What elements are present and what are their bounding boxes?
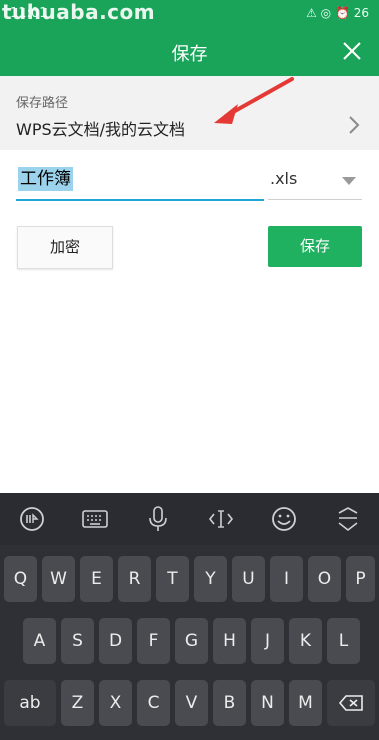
key-e[interactable]: E xyxy=(80,556,113,602)
keyboard-layout-icon[interactable] xyxy=(80,505,110,533)
keyboard-keys: Q W E R T Y U I O P A S D F G H J K L ab… xyxy=(0,545,379,740)
key-g[interactable]: G xyxy=(175,618,208,664)
dialog-title: 保存 xyxy=(171,44,208,65)
key-m[interactable]: M xyxy=(289,680,322,726)
soft-keyboard: Q W E R T Y U I O P A S D F G H J K L ab… xyxy=(0,493,379,740)
app-bar: 保存 xyxy=(0,28,379,76)
chevron-right-icon xyxy=(349,116,360,134)
smiley-icon[interactable] xyxy=(269,505,299,533)
key-d[interactable]: D xyxy=(99,618,132,664)
key-o[interactable]: O xyxy=(308,556,341,602)
key-ab-switch[interactable]: ab xyxy=(4,680,56,726)
save-path-value: WPS云文档/我的云文档 xyxy=(16,120,186,139)
key-a[interactable]: A xyxy=(23,618,56,664)
key-s[interactable]: S xyxy=(61,618,94,664)
key-r[interactable]: R xyxy=(118,556,151,602)
extension-dropdown[interactable]: .xls xyxy=(268,165,362,200)
key-u[interactable]: U xyxy=(232,556,265,602)
key-v[interactable]: V xyxy=(175,680,208,726)
emoji-input-icon[interactable] xyxy=(17,505,47,533)
key-w[interactable]: W xyxy=(42,556,75,602)
key-z[interactable]: Z xyxy=(61,680,94,726)
filename-input[interactable]: 工作簿 xyxy=(16,165,264,201)
key-k[interactable]: K xyxy=(289,618,322,664)
key-n[interactable]: N xyxy=(251,680,284,726)
dropdown-arrow-icon xyxy=(342,177,356,185)
key-t[interactable]: T xyxy=(156,556,189,602)
key-c[interactable]: C xyxy=(137,680,170,726)
keyboard-toolbar xyxy=(0,493,379,545)
key-b[interactable]: B xyxy=(213,680,246,726)
save-button[interactable]: 保存 xyxy=(268,226,362,267)
key-y[interactable]: Y xyxy=(194,556,227,602)
status-icons: ⚠ ◎ ⏰ 26 xyxy=(306,6,369,20)
key-x[interactable]: X xyxy=(99,680,132,726)
encrypt-button[interactable]: 加密 xyxy=(17,226,113,269)
key-q[interactable]: Q xyxy=(4,556,37,602)
save-path-row[interactable]: 保存路径 WPS云文档/我的云文档 xyxy=(0,76,379,150)
key-l[interactable]: L xyxy=(327,618,360,664)
close-icon[interactable] xyxy=(339,38,365,64)
key-p[interactable]: P xyxy=(346,556,375,602)
save-path-label: 保存路径 xyxy=(16,96,69,111)
key-j[interactable]: J xyxy=(251,618,284,664)
filename-selected-text: 工作簿 xyxy=(18,167,73,191)
key-h[interactable]: H xyxy=(213,618,246,664)
watermark-text: tuhuaba.com xyxy=(2,0,156,24)
hide-keyboard-icon[interactable] xyxy=(333,505,363,533)
key-backspace[interactable] xyxy=(327,680,375,726)
microphone-icon[interactable] xyxy=(143,505,173,533)
extension-value: .xls xyxy=(270,169,298,188)
cursor-move-icon[interactable] xyxy=(206,505,236,533)
key-i[interactable]: I xyxy=(270,556,303,602)
key-f[interactable]: F xyxy=(137,618,170,664)
backspace-icon xyxy=(338,695,363,711)
